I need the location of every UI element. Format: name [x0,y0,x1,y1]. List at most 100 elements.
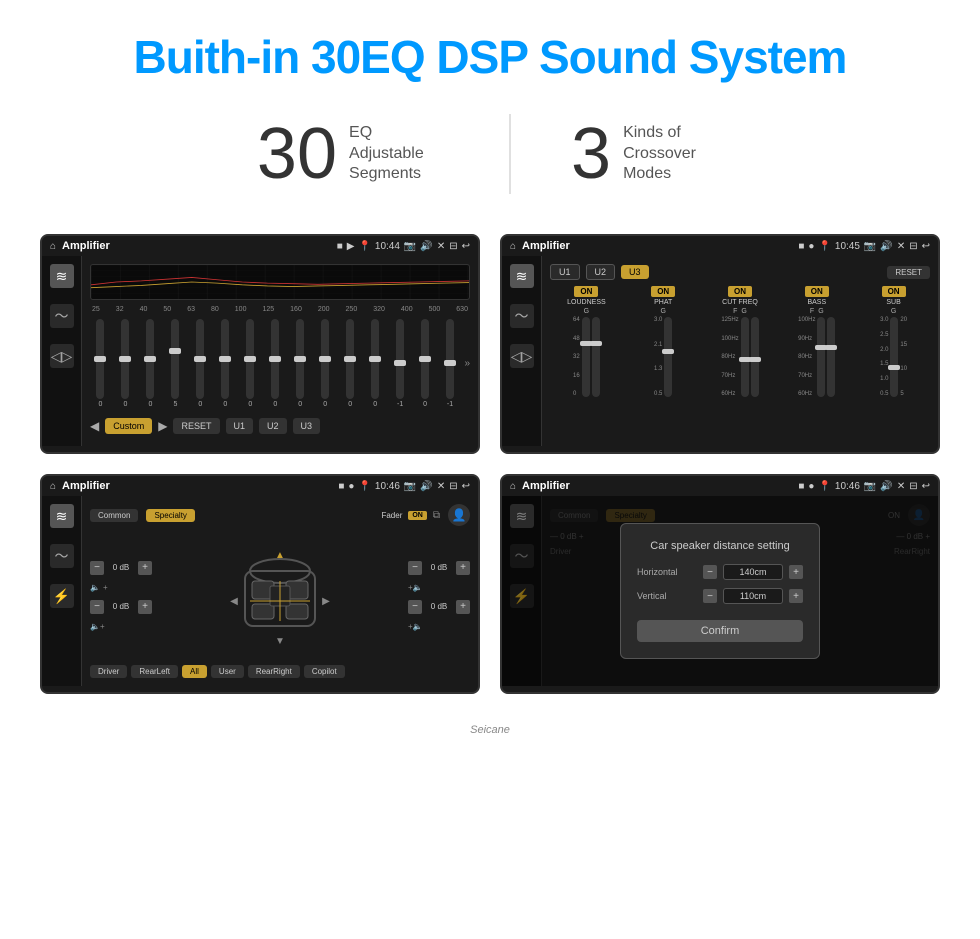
expand-arrows[interactable]: » [465,358,471,369]
eq-slider-4[interactable]: 0 [190,319,211,408]
sidebar-eq-icon-2[interactable]: ≋ [510,264,534,288]
eq-slider-3[interactable]: 5 [165,319,186,408]
eq-slider-11[interactable]: 0 [365,319,386,408]
channel-label-phat: PHAT [654,299,672,306]
home-icon-1[interactable]: ⌂ [50,241,56,252]
sidebar-wave-icon-3[interactable]: 〜 [50,544,74,568]
back-icon-3[interactable]: ↩ [462,481,470,492]
u2-btn-1[interactable]: U2 [259,418,287,434]
back-icon-2[interactable]: ↩ [922,241,930,252]
screenshots-grid: ⌂ Amplifier ■ ▶ 📍 10:44 📷 🔊 ✕ ⊟ ↩ ≋ 〜 ◁▷ [0,224,980,724]
db-plus-rr[interactable]: + [456,600,470,614]
back-icon-4[interactable]: ↩ [922,481,930,492]
eq-slider-13[interactable]: 0 [415,319,436,408]
user-btn[interactable]: User [211,665,244,678]
db-minus-fr[interactable]: − [408,561,422,575]
u3-preset-btn[interactable]: U3 [621,265,649,279]
eq-slider-9[interactable]: 0 [315,319,336,408]
channel-type-loudness: G [584,308,589,315]
copilot-btn[interactable]: Copilot [304,665,345,678]
home-icon-4[interactable]: ⌂ [510,481,516,492]
horizontal-minus-btn[interactable]: − [703,565,717,579]
u2-preset-btn[interactable]: U2 [586,264,616,280]
db-minus-fl[interactable]: − [90,561,104,575]
db-plus-fl[interactable]: + [138,561,152,575]
close-icon-3[interactable]: ✕ [437,481,445,492]
close-icon-1[interactable]: ✕ [437,241,445,252]
u1-preset-btn[interactable]: U1 [550,264,580,280]
next-btn[interactable]: ▶ [158,419,167,433]
screen-content-3: ≋ 〜 ⚡ Common Specialty Fader ON ⧉ 👤 [42,496,478,686]
common-btn[interactable]: Common [90,509,138,522]
sidebar-bt-icon[interactable]: ⚡ [50,584,74,608]
all-btn[interactable]: All [182,665,207,678]
rear-right-btn[interactable]: RearRight [248,665,300,678]
back-icon-1[interactable]: ↩ [462,241,470,252]
reset-btn-2[interactable]: RESET [887,266,930,279]
db-value-fr: 0 dB [425,563,453,572]
app-title-4: Amplifier [522,480,570,492]
db-plus-fr[interactable]: + [456,561,470,575]
eq-slider-7[interactable]: 0 [265,319,286,408]
status-icons-1: ■ ▶ 📍 10:44 📷 🔊 ✕ ⊟ ↩ [337,241,470,252]
eq-slider-0[interactable]: 0 [90,319,111,408]
driver-btn[interactable]: Driver [90,665,127,678]
close-icon-4[interactable]: ✕ [897,481,905,492]
eq-slider-10[interactable]: 0 [340,319,361,408]
db-value-fl: 0 dB [107,563,135,572]
u1-btn-1[interactable]: U1 [226,418,254,434]
db-control-fl: − 0 dB + [90,561,152,575]
eq-slider-5[interactable]: 0 [215,319,236,408]
close-icon-2[interactable]: ✕ [897,241,905,252]
sidebar-vol-icon-2[interactable]: ◁▷ [510,344,534,368]
horizontal-plus-btn[interactable]: + [789,565,803,579]
speaker-icon-rr: +🔈 [408,622,470,631]
on-btn-phat[interactable]: ON [651,286,675,297]
vertical-plus-btn[interactable]: + [789,589,803,603]
record-icon-2: ■ [798,241,804,252]
specialty-btn[interactable]: Specialty [146,509,194,522]
eq-curve-svg [91,265,469,299]
channel-label-sub: SUB [886,299,900,306]
db-minus-rr[interactable]: − [408,600,422,614]
eq-slider-12[interactable]: -1 [390,319,411,408]
vertical-minus-btn[interactable]: − [703,589,717,603]
u3-btn-1[interactable]: U3 [293,418,321,434]
volume-icon-3: 🔊 [420,481,432,492]
eq-slider-8[interactable]: 0 [290,319,311,408]
on-btn-loudness[interactable]: ON [574,286,598,297]
horizontal-input: 140cm [723,564,783,580]
speaker-icon-rl: 🔈+ [90,622,152,631]
fader-on-toggle[interactable]: ON [408,511,427,520]
sidebar-vol-icon[interactable]: ◁▷ [50,344,74,368]
sidebar-eq-icon-3[interactable]: ≋ [50,504,74,528]
rear-left-btn[interactable]: RearLeft [131,665,178,678]
sidebar-wave-icon-2[interactable]: 〜 [510,304,534,328]
db-minus-rl[interactable]: − [90,600,104,614]
on-btn-cutfreq[interactable]: ON [728,286,752,297]
confirm-button[interactable]: Confirm [637,620,803,642]
eq-screen: ⌂ Amplifier ■ ▶ 📍 10:44 📷 🔊 ✕ ⊟ ↩ ≋ 〜 ◁▷ [40,234,480,454]
prev-btn[interactable]: ◀ [90,419,99,433]
home-icon-2[interactable]: ⌂ [510,241,516,252]
page-header: Buith-in 30EQ DSP Sound System [0,0,980,104]
slider-phat: 3.02.11.30.5 [654,317,672,397]
sidebar-wave-icon[interactable]: 〜 [50,304,74,328]
sidebar-eq-icon[interactable]: ≋ [50,264,74,288]
home-icon-3[interactable]: ⌂ [50,481,56,492]
play-icon-1[interactable]: ▶ [347,241,355,252]
custom-btn[interactable]: Custom [105,418,152,434]
on-btn-sub[interactable]: ON [882,286,906,297]
car-svg: ▲ ▼ ◀ ▶ [220,536,340,656]
channel-type-cutfreq: FG [733,308,747,315]
eq-slider-2[interactable]: 0 [140,319,161,408]
speaker-icon-fr: +🔈 [408,583,470,592]
eq-slider-1[interactable]: 0 [115,319,136,408]
on-btn-bass[interactable]: ON [805,286,829,297]
channel-loudness: ON LOUDNESS G 644832160 [550,286,623,397]
eq-slider-14[interactable]: -1 [440,319,461,408]
db-plus-rl[interactable]: + [138,600,152,614]
reset-btn-1[interactable]: RESET [173,418,219,434]
location-icon-2: 📍 [818,241,830,252]
eq-slider-6[interactable]: 0 [240,319,261,408]
